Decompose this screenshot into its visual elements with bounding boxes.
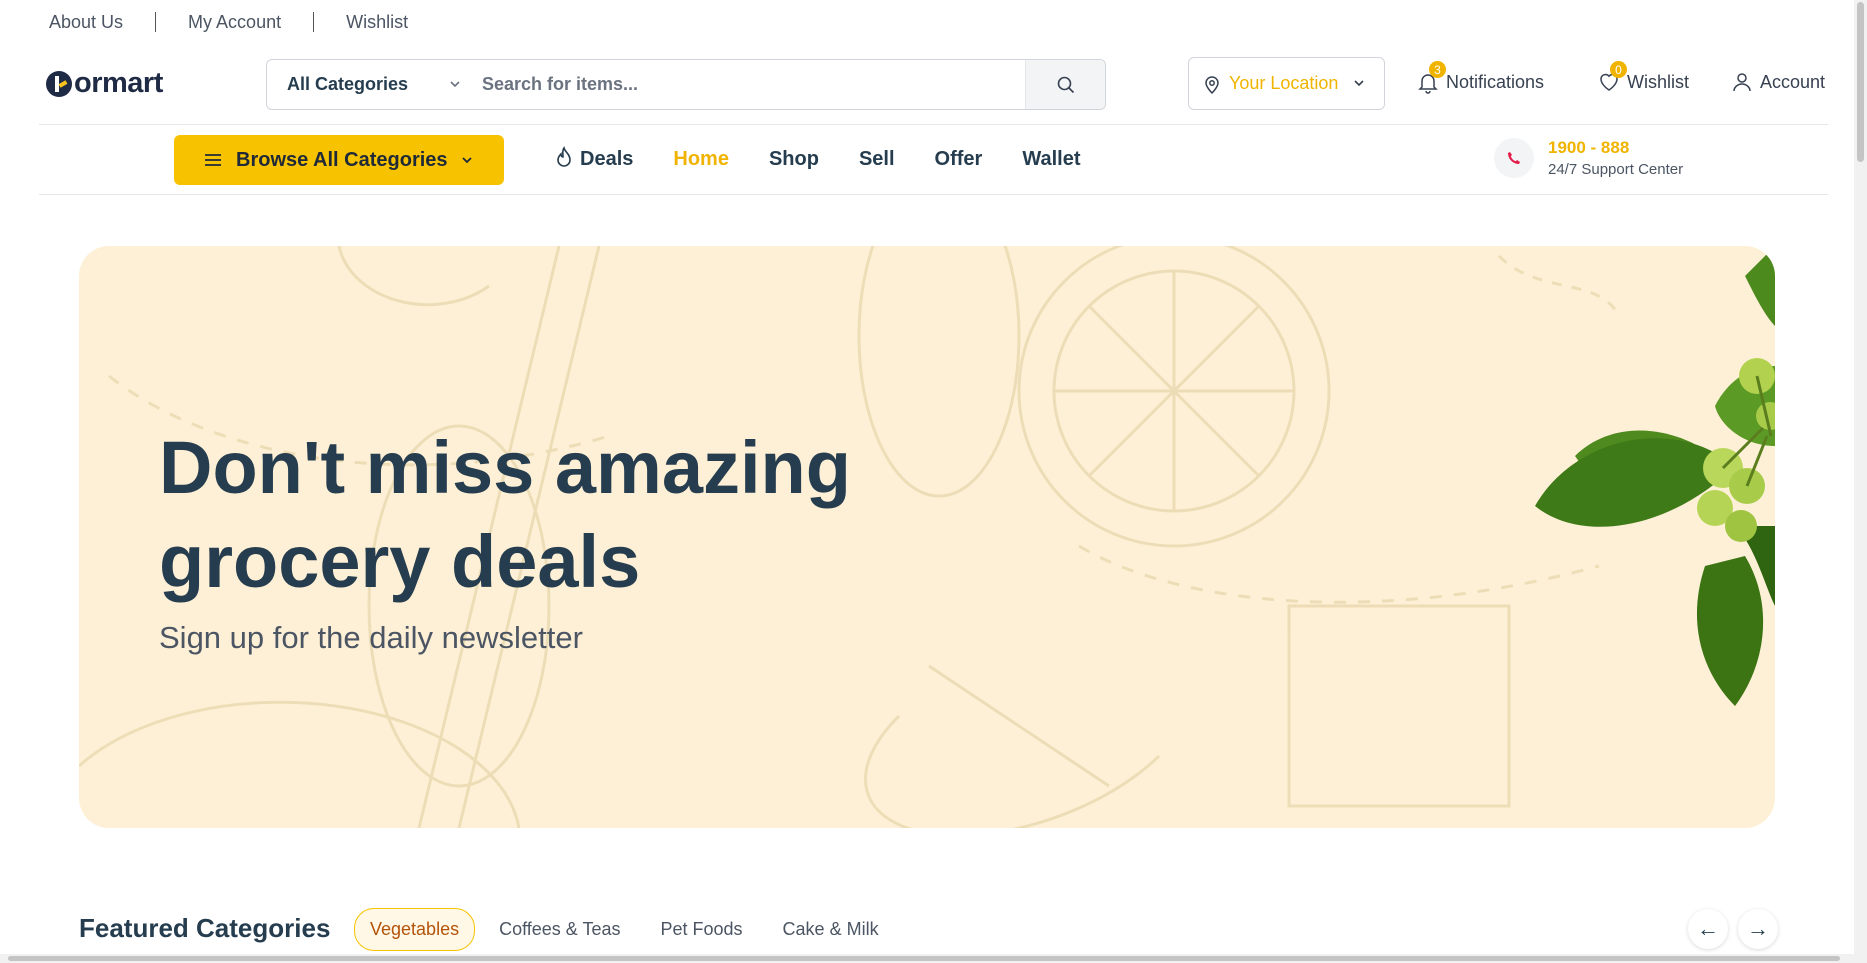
wishlist-link[interactable]: Wishlist <box>346 12 408 33</box>
map-pin-icon <box>1205 75 1219 94</box>
nav-item-label: Sell <box>858 147 895 170</box>
nav-item-sell[interactable]: Sell <box>859 148 895 171</box>
top-links-bar: About Us My Account Wishlist <box>49 10 408 34</box>
category-select[interactable]: All Categories <box>267 60 482 109</box>
wishlist-badge: 0 <box>1610 61 1627 78</box>
menu-icon <box>205 154 221 166</box>
category-select-value: All Categories <box>287 74 409 94</box>
hero-title-line-2: grocery deals <box>159 520 641 603</box>
browse-categories-button[interactable]: Browse All Categories <box>174 135 504 185</box>
nav-item-shop[interactable]: Shop <box>769 148 819 171</box>
notifications-label: Notifications <box>1446 71 1545 92</box>
phone-icon <box>1494 138 1534 178</box>
hero-subtitle: Sign up for the daily newsletter <box>159 620 583 655</box>
location-selector[interactable]: Your Location <box>1188 57 1385 110</box>
logo-text: ormart <box>74 67 163 99</box>
nav-item-wallet[interactable]: Wallet <box>1022 148 1080 171</box>
nav-item-label: Home <box>673 147 729 170</box>
my-account-link[interactable]: My Account <box>188 12 281 33</box>
search-bar: All Categories <box>266 59 1106 110</box>
vertical-scrollbar-thumb[interactable] <box>1857 2 1864 162</box>
notifications-button[interactable]: 3 Notifications <box>1416 61 1545 94</box>
header-divider <box>39 124 1828 125</box>
browse-categories-label: Browse All Categories <box>236 148 448 171</box>
notifications-badge: 3 <box>1429 61 1446 78</box>
hero-title-line-1: Don't miss amazing <box>159 426 851 509</box>
featured-categories-title: Featured Categories <box>79 913 331 943</box>
hero-title: Don't miss amazing grocery deals <box>159 421 1059 609</box>
hero-banner: Don't miss amazing grocery deals Sign up… <box>79 246 1775 828</box>
horizontal-scrollbar[interactable] <box>0 954 1854 963</box>
nav-item-deals[interactable]: Deals <box>552 146 633 172</box>
nav-item-offer[interactable]: Offer <box>935 148 983 171</box>
bell-icon: 3 <box>1416 61 1446 94</box>
support-contact[interactable]: 1900 - 888 24/7 Support Center <box>1494 138 1683 178</box>
vertical-scrollbar[interactable] <box>1854 0 1867 963</box>
chevron-down-icon <box>1354 80 1364 87</box>
wishlist-button[interactable]: 0 Wishlist <box>1597 61 1689 94</box>
chevron-down-icon <box>461 157 472 164</box>
account-label: Account <box>1760 71 1826 92</box>
support-number: 1900 - 888 <box>1548 138 1630 157</box>
search-input[interactable] <box>482 60 1025 109</box>
chevron-down-icon <box>450 81 460 88</box>
logo-mark-icon <box>46 70 72 97</box>
logo[interactable]: ormart <box>46 67 163 100</box>
nav-item-label: Offer <box>934 147 983 170</box>
carousel-arrows: ← → <box>1688 909 1788 949</box>
flame-icon <box>557 146 571 167</box>
leafy-plant-icon <box>1535 246 1775 706</box>
main-nav: Deals Home Shop Sell Offer Wallet <box>552 146 1120 172</box>
tab-coffees-teas[interactable]: Coffees & Teas <box>499 919 620 940</box>
nav-item-home[interactable]: Home <box>673 148 729 171</box>
account-button[interactable]: Account <box>1730 70 1825 94</box>
support-label: 24/7 Support Center <box>1548 161 1684 178</box>
nav-item-label: Shop <box>768 147 819 170</box>
tab-vegetables[interactable]: Vegetables <box>354 908 476 951</box>
location-label: Your Location <box>1229 73 1339 93</box>
divider <box>155 12 157 32</box>
divider <box>313 12 315 32</box>
horizontal-scrollbar-thumb[interactable] <box>8 956 1840 961</box>
next-arrow-button[interactable]: → <box>1738 909 1778 949</box>
heart-icon: 0 <box>1597 61 1627 94</box>
wishlist-label: Wishlist <box>1627 71 1689 92</box>
nav-divider <box>39 194 1828 195</box>
search-icon <box>1057 76 1074 93</box>
search-button[interactable] <box>1025 60 1105 109</box>
about-us-link[interactable]: About Us <box>49 12 123 33</box>
tab-pet-foods[interactable]: Pet Foods <box>661 919 743 940</box>
tab-cake-milk[interactable]: Cake & Milk <box>783 919 879 940</box>
nav-item-label: Wallet <box>1022 147 1081 170</box>
featured-category-tabs: Vegetables Coffees & Teas Pet Foods Cake… <box>354 908 919 951</box>
user-icon <box>1730 70 1754 94</box>
prev-arrow-button[interactable]: ← <box>1688 909 1728 949</box>
nav-item-label: Deals <box>580 147 634 170</box>
header: ormart All Categories Your Location 3 No… <box>0 50 1867 120</box>
